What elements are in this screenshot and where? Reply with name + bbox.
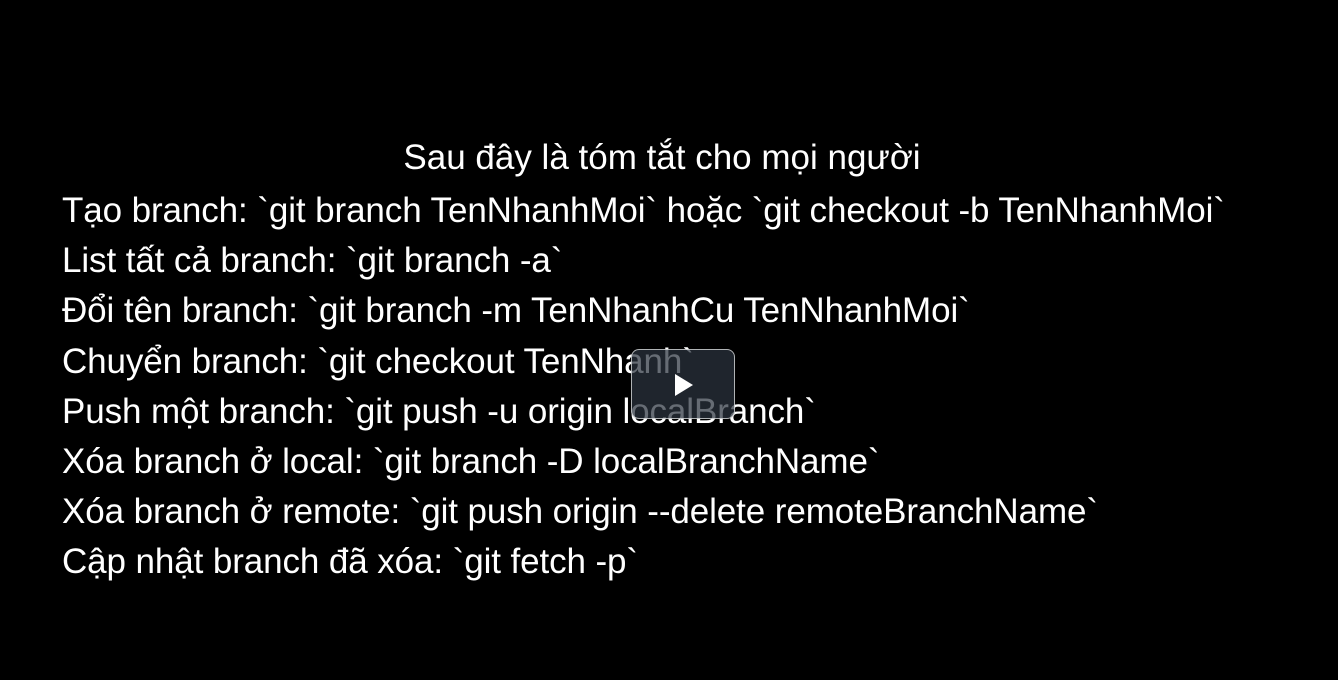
summary-line-create-branch: Tạo branch: `git branch TenNhanhMoi` hoặ… [62,191,1225,230]
video-frame[interactable]: Sau đây là tóm tắt cho mọi người Tạo bra… [0,0,1338,680]
summary-line-delete-local-branch: Xóa branch ở local: `git branch -D local… [62,442,880,482]
play-button[interactable] [631,349,735,419]
summary-line-rename-branch: Đổi tên branch: `git branch -m TenNhanhC… [62,291,970,331]
summary-line-delete-remote-branch: Xóa branch ở remote: `git push origin --… [62,492,1098,532]
play-icon [675,374,693,396]
summary-line-prune-branches: Cập nhật branch đã xóa: `git fetch -p` [62,542,638,582]
summary-line-list-branches: List tất cả branch: `git branch -a` [62,241,563,281]
summary-title: Sau đây là tóm tắt cho mọi người [403,138,921,177]
